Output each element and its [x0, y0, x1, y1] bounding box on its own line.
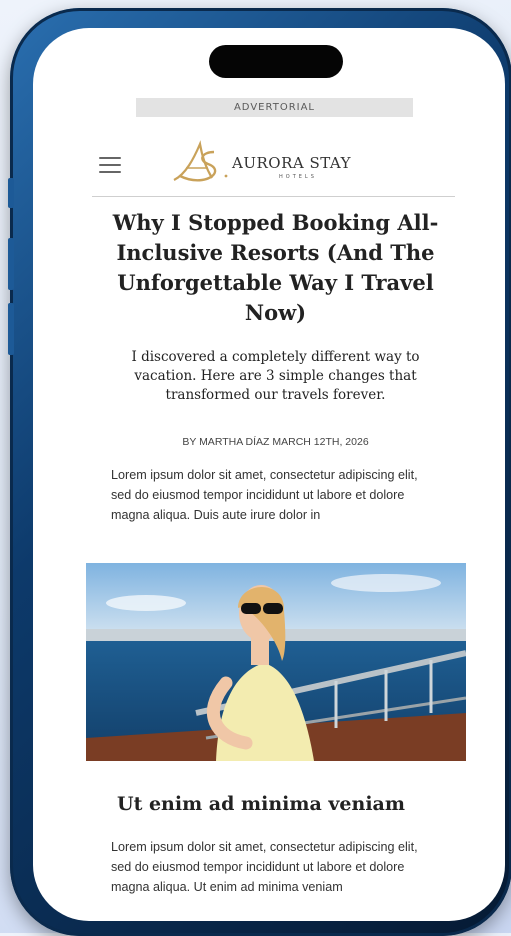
brand-subtitle: HOTELS	[279, 174, 317, 180]
phone-side-button	[8, 238, 14, 290]
phone-side-button	[8, 178, 14, 208]
phone-frame: ADVERTORIAL AURORA STAY HOTELS Why I Sto…	[8, 8, 511, 936]
section-body: Lorem ipsum dolor sit amet, consectetur …	[111, 840, 418, 894]
article-byline: BY MARTHA DÍAZ MARCH 12TH, 2026	[182, 436, 369, 448]
woman-on-boat-photo	[86, 563, 466, 761]
section-heading: Ut enim ad minima veniam	[117, 793, 405, 815]
phone-side-button	[8, 303, 14, 355]
article-subhead: I discovered a completely different way …	[131, 349, 420, 403]
hero-image	[86, 563, 466, 761]
article-intro: Lorem ipsum dolor sit amet, consectetur …	[111, 468, 418, 522]
phone-screen: ADVERTORIAL AURORA STAY HOTELS Why I Sto…	[33, 28, 505, 921]
aurora-stay-logo-icon	[173, 140, 228, 182]
article-headline: Why I Stopped Booking All-Inclusive Reso…	[112, 210, 439, 325]
brand-name: AURORA STAY	[232, 154, 352, 172]
advertorial-label: ADVERTORIAL	[136, 98, 413, 117]
hamburger-menu-icon[interactable]	[99, 157, 121, 173]
brand-logo[interactable]: AURORA STAY HOTELS	[168, 138, 388, 188]
header-divider	[92, 196, 455, 197]
dynamic-island	[209, 45, 343, 78]
